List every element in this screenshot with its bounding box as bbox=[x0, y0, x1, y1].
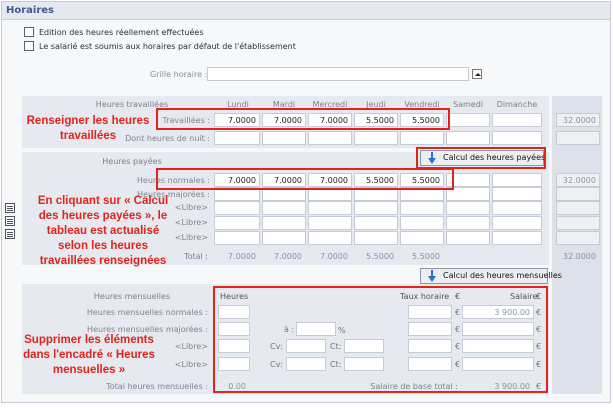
libre-input[interactable] bbox=[308, 231, 352, 245]
annotation-line: dans l'encadré « Heures bbox=[23, 349, 155, 361]
worked-highlight bbox=[156, 108, 450, 130]
libre-input[interactable] bbox=[354, 201, 398, 215]
annotation-line: mensuelles » bbox=[52, 364, 126, 376]
total-monthly-label: Total heures mensuelles : bbox=[106, 382, 208, 391]
paid-total-value: 5.5000 bbox=[366, 252, 394, 261]
annotation-monthly: Supprimer les éléments dans l'encadré « … bbox=[14, 333, 164, 378]
annotation-line: des heures payées », le bbox=[38, 210, 168, 222]
worked-sunday-input[interactable] bbox=[492, 113, 542, 127]
libre-input[interactable] bbox=[492, 216, 542, 230]
annotation-line: Supprimer les éléments bbox=[24, 334, 154, 346]
libre-input[interactable] bbox=[262, 231, 306, 245]
libre-input[interactable] bbox=[354, 231, 398, 245]
libre-input[interactable] bbox=[400, 216, 444, 230]
paid-total-sum: 32.0000 bbox=[562, 252, 596, 261]
libre-input[interactable] bbox=[446, 231, 490, 245]
night-input[interactable] bbox=[400, 131, 444, 145]
worked-total: 32.0000 bbox=[562, 116, 596, 125]
normal-total: 32.0000 bbox=[562, 176, 596, 185]
majorees-input[interactable] bbox=[492, 187, 542, 201]
libre-input[interactable] bbox=[262, 201, 306, 215]
annotation-line: En cliquant sur « Calcul bbox=[37, 195, 169, 207]
panel-title: Horaires bbox=[6, 5, 55, 16]
night-total-cell bbox=[556, 131, 600, 145]
night-input[interactable] bbox=[262, 131, 306, 145]
night-input[interactable] bbox=[354, 131, 398, 145]
paid-total-value: 7.0000 bbox=[274, 252, 302, 261]
panel-header: Horaires bbox=[2, 2, 610, 20]
annotation-line: tableau est actualisé bbox=[46, 225, 160, 237]
monthly-header: Heures mensuelles bbox=[93, 292, 171, 301]
libre-input[interactable] bbox=[214, 201, 260, 215]
annotation-line: Renseigner les heures bbox=[26, 115, 150, 127]
edition-checkbox[interactable] bbox=[24, 27, 34, 37]
night-input[interactable] bbox=[308, 131, 352, 145]
libre-input[interactable] bbox=[308, 216, 352, 230]
day-header: Samedi bbox=[453, 100, 483, 109]
libre-input[interactable] bbox=[446, 201, 490, 215]
chevron-down-icon[interactable] bbox=[472, 69, 482, 79]
libre-input[interactable] bbox=[492, 231, 542, 245]
paid-total-value: 5.5000 bbox=[412, 252, 440, 261]
grille-label: Grille horaire : bbox=[150, 70, 208, 79]
calc-paid-highlight bbox=[416, 147, 546, 169]
total-cell bbox=[556, 201, 600, 215]
libre-input[interactable] bbox=[446, 216, 490, 230]
paid-header: Heures payées bbox=[102, 157, 162, 166]
day-header: Dimanche bbox=[496, 100, 538, 109]
libre-input[interactable] bbox=[492, 201, 542, 215]
night-input[interactable] bbox=[492, 131, 542, 145]
default-schedule-label: Le salarié est soumis aux horaires par d… bbox=[39, 42, 296, 51]
worked-saturday-input[interactable] bbox=[446, 113, 490, 127]
night-input[interactable] bbox=[446, 131, 490, 145]
libre-input[interactable] bbox=[308, 201, 352, 215]
normal-highlight bbox=[156, 168, 454, 190]
annotation-line: travaillées bbox=[59, 130, 117, 142]
arrow-down-icon bbox=[428, 270, 436, 282]
annotation-worked: Renseigner les heures travaillées bbox=[18, 114, 158, 144]
grille-select[interactable] bbox=[207, 67, 469, 81]
libre-input[interactable] bbox=[354, 216, 398, 230]
calc-monthly-label: Calcul des heures mensuelles bbox=[443, 271, 562, 280]
libre-input[interactable] bbox=[400, 201, 444, 215]
total-cell bbox=[556, 216, 600, 230]
night-input[interactable] bbox=[214, 131, 260, 145]
total-cell bbox=[556, 187, 600, 201]
annotation-paid: En cliquant sur « Calcul des heures payé… bbox=[28, 194, 178, 269]
libre-input[interactable] bbox=[214, 216, 260, 230]
normales-label: Heures mensuelles normales : bbox=[86, 308, 208, 317]
paid-sunday-input[interactable] bbox=[492, 173, 542, 187]
total-cell bbox=[556, 231, 600, 245]
default-schedule-checkbox[interactable] bbox=[24, 41, 34, 51]
annotation-line: travaillées renseignées bbox=[39, 255, 167, 267]
calc-monthly-button[interactable]: Calcul des heures mensuelles bbox=[420, 268, 562, 284]
libre-input[interactable] bbox=[262, 216, 306, 230]
libre-input[interactable] bbox=[214, 231, 260, 245]
paid-total-value: 7.0000 bbox=[320, 252, 348, 261]
list-icon[interactable] bbox=[5, 229, 15, 239]
list-icon[interactable] bbox=[5, 216, 15, 226]
libre-input[interactable] bbox=[400, 231, 444, 245]
paid-total-value: 7.0000 bbox=[228, 252, 256, 261]
list-icon[interactable] bbox=[5, 203, 15, 213]
edition-label: Edition des heures réellement effectuées bbox=[39, 28, 204, 37]
annotation-line: selon les heures bbox=[57, 240, 149, 252]
monthly-highlight bbox=[213, 286, 548, 393]
